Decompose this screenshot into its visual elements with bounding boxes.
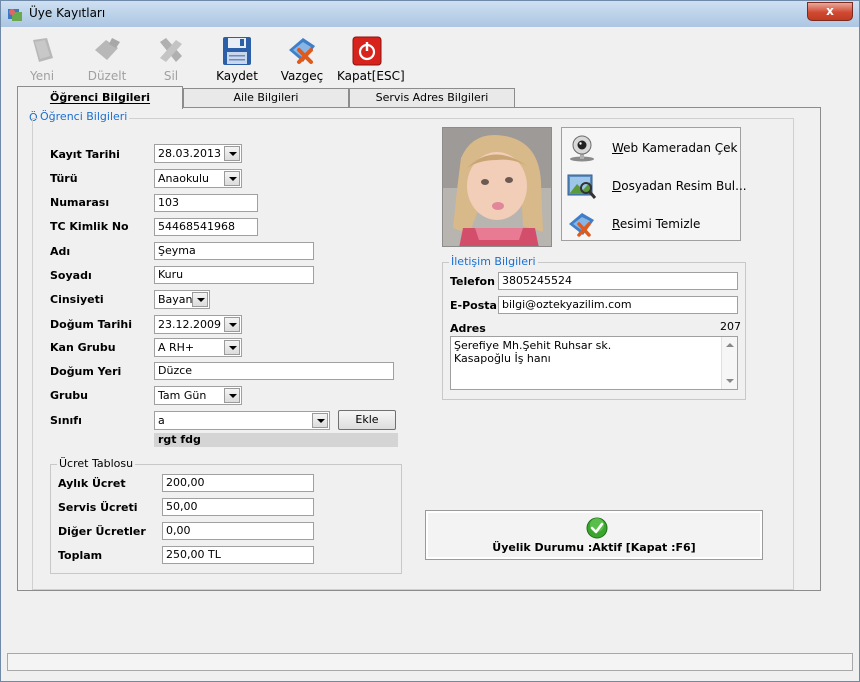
tab-strip: Öğrenci Bilgileri Aile Bilgileri Servis … (17, 86, 617, 109)
aylik-label: Aylık Ücret (58, 477, 126, 490)
close-esc-button[interactable]: Kapat[ESC] (337, 31, 405, 85)
delete-icon (160, 38, 182, 62)
file-picture-button[interactable]: Dosyadan Resim Bul... (562, 168, 747, 204)
dogum-tarihi-picker[interactable]: 23.12.2009 (154, 315, 242, 334)
cancel-button[interactable]: Vazgeç (279, 31, 325, 85)
sinifi-label: Sınıfı (50, 414, 82, 427)
tab-servis-adres-bilgileri[interactable]: Servis Adres Bilgileri (349, 88, 515, 108)
turu-select[interactable]: Anaokulu (154, 169, 242, 188)
ogrenci-title: Öğrenci Bilgileri (38, 110, 130, 123)
sinifi-select[interactable]: a (154, 411, 330, 430)
clear-picture-button[interactable]: Resimi Temizle (562, 206, 740, 242)
grubu-select[interactable]: Tam Gün (154, 386, 242, 405)
dogum-yeri-input[interactable]: Düzce (154, 362, 394, 380)
eraser-icon (569, 213, 594, 237)
tc-input[interactable]: 54468541968 (154, 218, 258, 236)
floppy-disk-icon (223, 37, 251, 65)
webcam-icon (570, 135, 594, 162)
aylik-input[interactable]: 200,00 (162, 474, 314, 492)
student-photo-image (443, 128, 551, 246)
membership-status-button[interactable]: Üyelik Durumu :Aktif [Kapat :F6] (425, 510, 763, 560)
toolbar: Yeni Düzelt Sil Kaydet Vazgeç Kapat[ESC] (7, 31, 853, 85)
kan-grubu-select[interactable]: A RH+ (154, 338, 242, 357)
chevron-down-icon[interactable] (224, 171, 240, 186)
iletisim-group-title: İletişim Bilgileri (449, 255, 538, 268)
delete-button[interactable]: Sil (151, 31, 191, 85)
status-bar (7, 653, 853, 671)
dogum-tarihi-label: Doğum Tarihi (50, 318, 132, 331)
adres-char-count: 207 (720, 320, 741, 333)
edit-button[interactable]: Düzelt (85, 31, 129, 85)
sinif-description: rgt fdg (154, 433, 398, 447)
chevron-down-icon[interactable] (192, 292, 208, 307)
scroll-up-icon[interactable] (726, 343, 734, 347)
adres-label: Adres (450, 322, 486, 335)
telefon-label: Telefon (450, 275, 495, 288)
main-window: Üye Kayıtları x Yeni Düzelt Sil Kaydet V… (0, 0, 860, 682)
ekle-button[interactable]: Ekle (338, 410, 396, 430)
adi-label: Adı (50, 245, 71, 258)
turu-label: Türü (50, 172, 78, 185)
chevron-down-icon[interactable] (224, 340, 240, 355)
edit-icon (95, 38, 120, 60)
diger-input[interactable]: 0,00 (162, 522, 314, 540)
kayit-tarihi-picker[interactable]: 28.03.2013 (154, 144, 242, 163)
adi-input[interactable]: Şeyma (154, 242, 314, 260)
servis-input[interactable]: 50,00 (162, 498, 314, 516)
soyadi-input[interactable]: Kuru (154, 266, 314, 284)
window-title: Üye Kayıtları (29, 6, 106, 20)
cinsiyeti-label: Cinsiyeti (50, 293, 104, 306)
tab-ogrenci-bilgileri[interactable]: Öğrenci Bilgileri (17, 86, 183, 109)
power-icon (352, 36, 382, 66)
picture-search-icon (567, 174, 597, 199)
grubu-label: Grubu (50, 389, 88, 402)
kayit-tarihi-label: Kayıt Tarihi (50, 148, 120, 161)
tc-label: TC Kimlik No (50, 220, 129, 233)
servis-label: Servis Ücreti (58, 501, 138, 514)
toplam-label: Toplam (58, 549, 103, 562)
save-button[interactable]: Kaydet (215, 31, 259, 85)
diger-label: Diğer Ücretler (58, 525, 146, 538)
eposta-input[interactable]: bilgi@oztekyazilim.com (498, 296, 738, 314)
toplam-input[interactable]: 250,00 TL (162, 546, 314, 564)
adres-scrollbar[interactable] (721, 337, 737, 389)
membership-status-text: Üyelik Durumu :Aktif [Kapat :F6] (492, 541, 696, 554)
close-button[interactable]: x (807, 2, 853, 21)
adres-textarea[interactable]: Şerefiye Mh.Şehit Ruhsar sk. Kasapoğlu İ… (450, 336, 738, 390)
numarasi-input[interactable]: 103 (154, 194, 258, 212)
chevron-down-icon[interactable] (312, 413, 328, 428)
soyadi-label: Soyadı (50, 269, 92, 282)
scroll-down-icon[interactable] (726, 379, 734, 383)
numarasi-label: Numarası (50, 196, 110, 209)
student-photo (442, 127, 552, 247)
chevron-down-icon[interactable] (224, 388, 240, 403)
new-button[interactable]: Yeni (21, 31, 63, 85)
new-icon (33, 38, 53, 62)
eposta-label: E-Posta (450, 299, 497, 312)
title-bar: Üye Kayıtları x (1, 1, 859, 27)
chevron-down-icon[interactable] (224, 146, 240, 161)
check-circle-icon (586, 517, 608, 539)
cinsiyeti-select[interactable]: Bayan (154, 290, 210, 309)
tab-panel: Öğrenci Bilgileri Öğrenci Bilgileri Kayı… (17, 107, 821, 591)
webcam-button[interactable]: Web Kameradan Çek (562, 130, 740, 166)
tab-aile-bilgileri[interactable]: Aile Bilgileri (183, 88, 349, 108)
photo-actions-panel: Web Kameradan Çek Dosyadan Resim Bul... (561, 127, 747, 242)
cancel-icon (289, 38, 315, 64)
app-icon (8, 9, 22, 21)
telefon-input[interactable]: 3805245524 (498, 272, 738, 290)
dogum-yeri-label: Doğum Yeri (50, 365, 122, 378)
chevron-down-icon[interactable] (224, 317, 240, 332)
ucret-group-title: Ücret Tablosu (57, 457, 136, 470)
kan-grubu-label: Kan Grubu (50, 341, 116, 354)
